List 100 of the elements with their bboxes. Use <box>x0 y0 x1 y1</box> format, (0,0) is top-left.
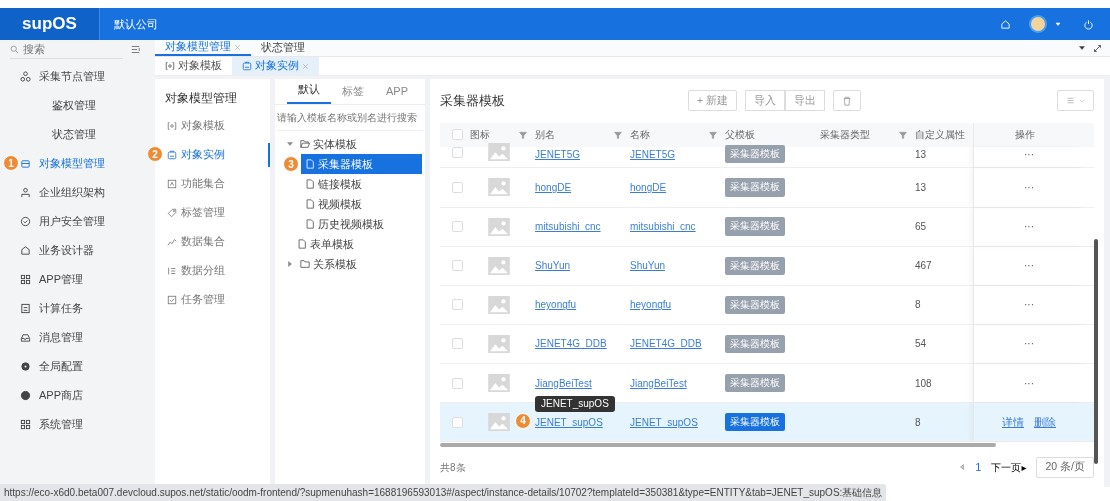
link[interactable]: JENET_supOS <box>535 416 603 428</box>
link[interactable]: JENET4G_DDB <box>630 336 725 352</box>
tab[interactable]: 标签 <box>331 82 375 104</box>
link[interactable]: heyongfu <box>630 297 725 313</box>
menu-item[interactable]: 任务管理 <box>166 287 270 312</box>
more-button[interactable]: ··· <box>1024 336 1034 352</box>
checkbox[interactable] <box>452 416 463 428</box>
avatar[interactable] <box>1029 15 1047 33</box>
link[interactable]: JENET5G <box>535 148 580 160</box>
checkbox[interactable] <box>452 181 463 193</box>
tree-node[interactable]: 实体模板 <box>275 134 422 154</box>
link[interactable]: mitsubishi_cnc <box>535 221 601 233</box>
more-button[interactable]: ··· <box>1024 258 1034 274</box>
menu-item[interactable]: 功能集合 <box>166 171 270 196</box>
tab[interactable]: 状态管理 <box>251 40 315 56</box>
bracket-icon <box>167 120 177 131</box>
menu-item[interactable]: 系统管理 <box>20 412 83 437</box>
more-button[interactable]: ··· <box>1024 146 1034 162</box>
power-icon <box>1083 18 1094 30</box>
table-cell-text: 65 <box>915 220 928 235</box>
more-button[interactable]: ··· <box>1024 179 1034 195</box>
link[interactable]: JENET_supOS <box>630 414 725 430</box>
table-cell-text: 13 <box>915 147 928 162</box>
checkbox[interactable] <box>452 129 463 141</box>
table-cell-text: 13 <box>915 180 928 195</box>
tree-node[interactable]: 历史视频模板 <box>275 214 422 234</box>
checkbox[interactable] <box>452 221 463 233</box>
menu-item[interactable]: 数据分组 <box>166 258 270 283</box>
menu-item[interactable]: 状态管理 <box>52 122 96 147</box>
table-row[interactable]: ShuYun ShuYun 采集器模板 467 ··· <box>440 246 1094 286</box>
link[interactable]: heyongfu <box>535 299 577 311</box>
total-count: 共8条 <box>440 460 467 475</box>
link[interactable]: JiangBeiTest <box>630 375 725 391</box>
calculator-icon <box>20 303 31 314</box>
tree-node[interactable]: 视频模板 <box>275 194 422 214</box>
trash-icon <box>842 95 852 106</box>
more-button[interactable]: ··· <box>1024 375 1034 391</box>
search-field[interactable]: 搜索 <box>23 40 123 58</box>
menu-item[interactable]: 消息管理 <box>20 325 83 350</box>
caret-left-icon <box>959 464 966 471</box>
menu-button[interactable] <box>1057 90 1094 112</box>
tag: 采集器模板 <box>725 413 785 432</box>
link[interactable]: JiangBeiTest <box>535 377 592 389</box>
link[interactable]: ShuYun <box>630 258 725 274</box>
caret-down-icon <box>1079 97 1085 104</box>
checkbox[interactable] <box>452 146 463 158</box>
company-name: 默认公司 <box>114 16 159 32</box>
link[interactable]: JENET4G_DDB <box>535 338 607 350</box>
menu-item[interactable]: 计算任务 <box>20 296 83 321</box>
menu-item[interactable]: 业务设计器 <box>20 238 94 263</box>
more-button[interactable]: ··· <box>1024 297 1034 313</box>
page-size-select[interactable]: 20 条/页 <box>1036 456 1094 478</box>
menu-item[interactable]: 对象模板 <box>166 113 270 138</box>
more-button[interactable]: ··· <box>1024 219 1034 235</box>
delete-button[interactable] <box>833 90 861 112</box>
scrollbar[interactable] <box>440 443 996 448</box>
menu-item[interactable]: 全局配置 <box>20 354 83 379</box>
checkbox[interactable] <box>452 299 463 311</box>
checkbox[interactable] <box>452 260 463 272</box>
table-row[interactable]: mitsubishi_cnc mitsubishi_cnc 采集器模板 65 ··· <box>440 207 1094 247</box>
tag: 采集器模板 <box>725 373 785 393</box>
link[interactable]: JENET5G <box>630 146 725 162</box>
tab[interactable]: APP <box>375 82 419 104</box>
link[interactable]: hongDE <box>630 179 725 195</box>
tab[interactable]: 对象实例 <box>232 57 319 75</box>
checkbox[interactable] <box>452 338 463 350</box>
menu-item[interactable]: 用户安全管理 <box>20 209 105 234</box>
menu-icon <box>1066 96 1075 106</box>
grid-icon <box>20 274 31 285</box>
menu-item[interactable]: 企业组织架构 <box>20 180 105 205</box>
table-cell-text: 467 <box>915 259 933 274</box>
next-button[interactable]: 下一页▸ <box>991 459 1027 475</box>
menu-item[interactable]: APP商店 <box>20 383 83 408</box>
menu-item[interactable]: APP管理 <box>20 267 83 292</box>
menu-item[interactable]: 采集节点管理 <box>20 64 105 89</box>
table-row[interactable]: JENET4G_DDB JENET4G_DDB 采集器模板 54 ··· <box>440 324 1094 364</box>
link[interactable]: hongDE <box>535 181 572 193</box>
menu-item[interactable]: 数据集合 <box>166 229 270 254</box>
menu-item[interactable]: 标签管理 <box>166 200 270 225</box>
tab[interactable]: 对象模板 <box>155 57 232 75</box>
menu-item[interactable]: 对象模型管理 <box>20 151 105 176</box>
tree-node[interactable]: 采集器模板 <box>301 154 422 174</box>
menu-item[interactable]: 对象实例 <box>166 142 270 167</box>
tree-node[interactable]: 链接模板 <box>275 174 422 194</box>
tree-node[interactable]: 表单模板 <box>275 234 422 254</box>
link[interactable]: 详情 <box>1002 413 1024 431</box>
table-row[interactable]: hongDE hongDE 采集器模板 13 ··· <box>440 168 1094 208</box>
tab[interactable]: 对象模型管理 <box>155 40 251 56</box>
tree-node[interactable]: 关系模板 <box>275 254 422 274</box>
link[interactable]: ShuYun <box>535 260 571 272</box>
column-header: 名称 <box>630 128 650 143</box>
table-row[interactable]: JENET5G JENET5G 采集器模板 13 ··· <box>440 146 1094 169</box>
link[interactable]: 删除 <box>1034 413 1056 431</box>
menu-item[interactable]: 鉴权管理 <box>52 93 96 118</box>
checkbox[interactable] <box>452 377 463 389</box>
scrollbar[interactable] <box>1094 239 1098 464</box>
callout-marker: 3 <box>283 156 299 172</box>
table-row[interactable]: heyongfu heyongfu 采集器模板 8 ··· <box>440 285 1094 325</box>
link[interactable]: mitsubishi_cnc <box>630 219 725 235</box>
page-number[interactable]: 1 <box>975 458 982 476</box>
